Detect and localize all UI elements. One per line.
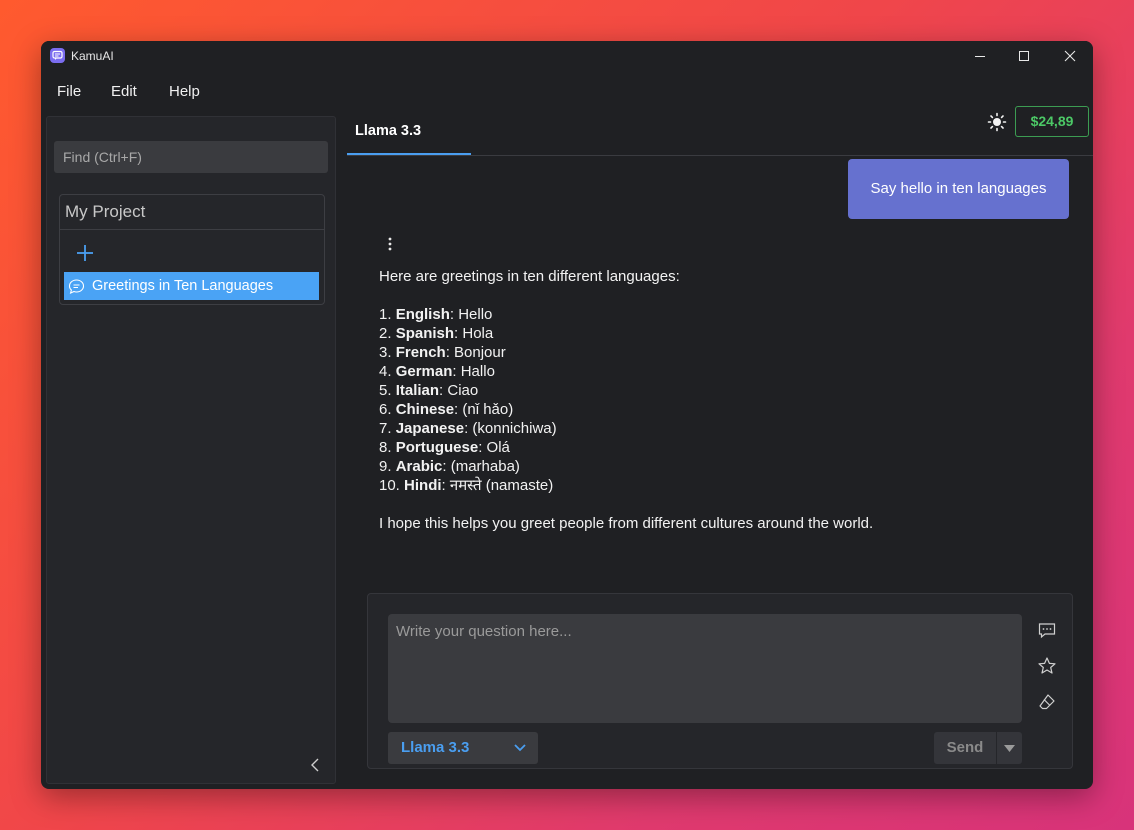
reply-list-item: 5. Italian: Ciao bbox=[379, 382, 479, 399]
reply-list-item: 9. Arabic: (marhaba) bbox=[379, 458, 520, 475]
reply-list-item: 2. Spanish: Hola bbox=[379, 325, 494, 342]
eraser-icon bbox=[1039, 694, 1055, 710]
favorite-button[interactable] bbox=[1037, 656, 1057, 676]
project-panel: My Project Greetings in Ten Languages bbox=[59, 194, 325, 305]
menu-help[interactable]: Help bbox=[169, 83, 200, 100]
message-options-button[interactable] bbox=[385, 236, 395, 257]
reply-intro: Here are greetings in ten different lang… bbox=[379, 268, 680, 285]
window-title: KamuAI bbox=[71, 49, 114, 63]
composer-panel: Llama 3.3 Send bbox=[367, 593, 1073, 769]
app-window: KamuAI File Edit Help $24,89 Find (Ctrl+… bbox=[41, 41, 1093, 789]
minimize-button[interactable] bbox=[957, 41, 1003, 71]
close-button[interactable] bbox=[1047, 41, 1093, 71]
clear-button[interactable] bbox=[1037, 692, 1057, 712]
model-select-value: Llama 3.3 bbox=[401, 739, 470, 756]
reply-list-item: 10. Hindi: नमस्ते (namaste) bbox=[379, 477, 554, 494]
tab-bar: Llama 3.3 bbox=[347, 111, 1093, 156]
more-vertical-icon bbox=[388, 237, 392, 251]
chat-bubble-icon bbox=[68, 279, 85, 294]
minimize-icon bbox=[975, 56, 985, 57]
title-bar: KamuAI bbox=[41, 41, 1093, 71]
collapse-sidebar-button[interactable] bbox=[309, 757, 323, 778]
search-input[interactable] bbox=[54, 141, 328, 173]
menu-edit[interactable]: Edit bbox=[111, 83, 137, 100]
reply-outro: I hope this helps you greet people from … bbox=[379, 515, 874, 532]
user-message-bubble: Say hello in ten languages bbox=[848, 159, 1069, 219]
star-icon bbox=[1038, 657, 1056, 674]
chevron-left-icon bbox=[311, 758, 319, 772]
caret-down-icon bbox=[1004, 745, 1015, 752]
tab-llama[interactable]: Llama 3.3 bbox=[347, 111, 471, 155]
reply-list-item: 3. French: Bonjour bbox=[379, 344, 506, 361]
close-icon bbox=[1064, 50, 1076, 62]
send-button[interactable]: Send bbox=[934, 732, 996, 764]
reply-list-item: 6. Chinese: (nǐ hǎo) bbox=[379, 401, 514, 418]
app-logo-icon bbox=[50, 48, 65, 63]
project-title: My Project bbox=[60, 195, 324, 230]
model-select[interactable]: Llama 3.3 bbox=[388, 732, 538, 764]
add-chat-button[interactable] bbox=[73, 241, 97, 265]
question-input[interactable] bbox=[388, 614, 1022, 723]
reply-list-item: 7. Japanese: (konnichiwa) bbox=[379, 420, 557, 437]
chat-item-label: Greetings in Ten Languages bbox=[92, 278, 274, 294]
menu-file[interactable]: File bbox=[57, 83, 81, 100]
sidebar-item-chat[interactable]: Greetings in Ten Languages bbox=[64, 272, 319, 300]
sidebar: My Project Greetings in Ten Languages bbox=[46, 116, 336, 784]
message-icon bbox=[1038, 623, 1056, 639]
prompts-button[interactable] bbox=[1037, 620, 1057, 640]
reply-list-item: 4. German: Hallo bbox=[379, 363, 495, 380]
menu-bar: File Edit Help $24,89 bbox=[41, 71, 1093, 137]
reply-list-item: 1. English: Hello bbox=[379, 306, 493, 323]
plus-icon bbox=[77, 245, 93, 261]
maximize-icon bbox=[1019, 51, 1029, 61]
chevron-down-icon bbox=[514, 744, 526, 752]
assistant-reply: Here are greetings in ten different lang… bbox=[379, 267, 1019, 533]
maximize-button[interactable] bbox=[1001, 41, 1047, 71]
send-options-button[interactable] bbox=[997, 732, 1022, 764]
reply-list-item: 8. Portuguese: Olá bbox=[379, 439, 510, 456]
